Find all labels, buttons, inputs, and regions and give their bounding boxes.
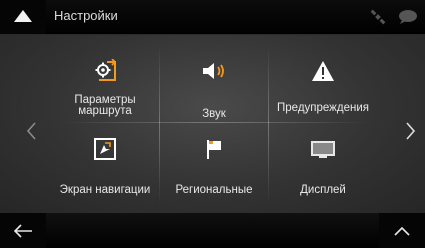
bottom-bar xyxy=(0,213,425,248)
tile-label: Звук xyxy=(202,108,226,120)
top-bar: Настройки xyxy=(0,0,425,35)
tile-label: Предупреждения xyxy=(277,102,369,114)
tile-regional[interactable]: Региональные xyxy=(160,123,268,205)
tile-label: Дисплей xyxy=(300,184,346,196)
tile-label: Параметры маршрута xyxy=(74,94,136,117)
previous-page-arrow-icon[interactable] xyxy=(24,121,40,141)
tile-label: Экран навигации xyxy=(59,184,151,196)
tile-route-settings[interactable]: Параметры маршрута xyxy=(51,41,159,123)
settings-menu: Параметры маршрута Звук Предупреждения Э… xyxy=(0,35,425,213)
satellite-icon xyxy=(370,9,386,25)
route-settings-icon xyxy=(51,59,159,83)
tile-display[interactable]: Дисплей xyxy=(269,123,377,205)
up-arrow-icon xyxy=(14,10,32,22)
display-icon xyxy=(269,137,377,161)
back-arrow-icon xyxy=(13,224,32,238)
expand-button[interactable] xyxy=(379,213,425,248)
navigation-screen-icon xyxy=(51,137,159,161)
tile-sound[interactable]: Звук xyxy=(160,41,268,123)
message-icon[interactable] xyxy=(398,9,418,25)
speaker-icon xyxy=(160,59,268,83)
page-title: Настройки xyxy=(54,8,118,23)
back-button[interactable] xyxy=(0,213,46,248)
chevron-up-icon xyxy=(394,226,410,236)
tile-warnings[interactable]: Предупреждения xyxy=(269,41,377,123)
warning-icon xyxy=(269,59,377,83)
next-page-arrow-icon[interactable] xyxy=(402,121,418,141)
up-button[interactable] xyxy=(0,0,46,34)
tile-navigation-screen[interactable]: Экран навигации xyxy=(51,123,159,205)
tile-label: Региональные xyxy=(175,184,253,196)
flag-icon xyxy=(160,137,268,161)
